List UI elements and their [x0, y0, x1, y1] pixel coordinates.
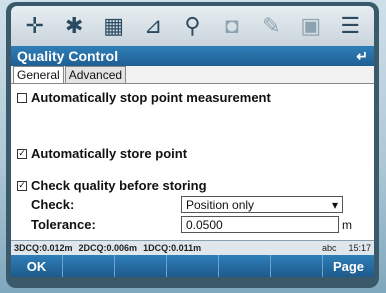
status-3dcq: 3DCQ:0.012m — [14, 243, 73, 253]
softkey-5[interactable] — [219, 255, 271, 277]
edit-icon[interactable]: ✎ — [256, 11, 286, 41]
store-point-label: Automatically store point — [31, 146, 188, 161]
check-label: Check: — [31, 197, 75, 212]
main-toolbar: ✛ ✱ ▦ ⊿ ⚲ ◘ ✎ ▣ ☰ — [11, 6, 374, 46]
softkey-4[interactable] — [167, 255, 219, 277]
status-2dcq: 2DCQ:0.006m — [78, 243, 138, 253]
quality-control-panel: Automatically stop point measurement ✓ A… — [11, 84, 374, 240]
window-title: Quality Control — [17, 48, 119, 64]
status-input-mode: abc — [321, 243, 337, 253]
device-frame: ✛ ✱ ▦ ⊿ ⚲ ◘ ✎ ▣ ☰ Quality Control ↵ Gene… — [6, 2, 379, 288]
tab-advanced[interactable]: Advanced — [64, 66, 127, 83]
tab-general[interactable]: General — [13, 66, 64, 83]
softkey-bar: OK Page — [11, 255, 374, 277]
tolerance-input[interactable]: 0.0500 — [181, 216, 339, 233]
check-quality-checkbox[interactable]: ✓ — [17, 180, 27, 191]
store-point-checkbox[interactable]: ✓ — [17, 148, 27, 159]
back-icon[interactable]: ↵ — [356, 48, 368, 65]
calculator-icon[interactable]: ▦ — [99, 11, 129, 41]
tolerance-unit: m — [342, 218, 352, 232]
survey-icon[interactable]: ⊿ — [138, 11, 168, 41]
store-point-option[interactable]: ✓ Automatically store point — [17, 146, 187, 161]
status-bar: 3DCQ:0.012m 2DCQ:0.006m 1DCQ:0.011m abc … — [11, 240, 374, 255]
antenna-icon[interactable]: ⚲ — [177, 11, 207, 41]
stop-measurement-label: Automatically stop point measurement — [31, 90, 271, 105]
softkey-3[interactable] — [115, 255, 167, 277]
check-select-value: Position only — [186, 197, 255, 212]
status-time: 15:17 — [348, 243, 371, 253]
tolerance-value: 0.0500 — [186, 217, 223, 232]
tolerance-label: Tolerance: — [31, 217, 96, 232]
status-1dcq: 1DCQ:0.011m — [143, 243, 202, 253]
tab-bar: General Advanced — [11, 66, 374, 84]
camera-icon[interactable]: ◘ — [217, 11, 247, 41]
softkey-2[interactable] — [63, 255, 115, 277]
map-icon[interactable]: ▣ — [296, 11, 326, 41]
window-titlebar: Quality Control ↵ — [11, 46, 374, 66]
softkey-6[interactable] — [271, 255, 323, 277]
check-select[interactable]: Position only ▾ — [181, 196, 343, 213]
ok-softkey[interactable]: OK — [11, 255, 63, 277]
check-quality-label: Check quality before storing — [31, 178, 207, 193]
tools-icon[interactable]: ✱ — [59, 11, 89, 41]
stop-measurement-option[interactable]: Automatically stop point measurement — [17, 90, 271, 105]
page-softkey[interactable]: Page — [323, 255, 374, 277]
crosshair-icon[interactable]: ✛ — [20, 11, 50, 41]
list-icon[interactable]: ☰ — [335, 11, 365, 41]
chevron-down-icon: ▾ — [331, 197, 338, 212]
check-quality-option[interactable]: ✓ Check quality before storing — [17, 178, 207, 193]
stop-measurement-checkbox[interactable] — [17, 92, 27, 103]
